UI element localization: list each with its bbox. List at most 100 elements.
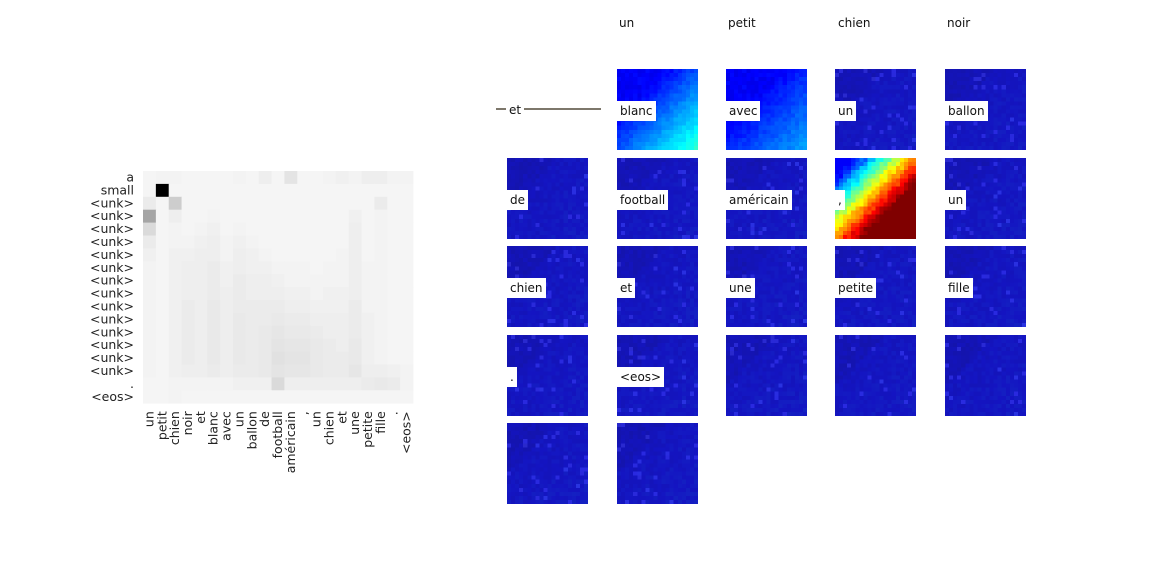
heatmap-cell xyxy=(207,300,221,314)
heatmap-cell xyxy=(387,364,401,378)
heatmap-cell xyxy=(155,248,170,262)
heatmap-cell xyxy=(207,351,221,365)
heatmap-cell xyxy=(400,312,414,327)
heatmap-cell xyxy=(323,338,337,352)
heatmap-cell xyxy=(220,248,234,262)
heatmap-cell xyxy=(323,312,337,327)
heatmap-cell xyxy=(233,261,247,275)
heatmap-cell xyxy=(374,338,388,352)
heatmap-cell xyxy=(168,390,182,404)
column-header: un xyxy=(619,16,635,30)
heatmap-cell xyxy=(297,325,311,340)
heatmap-cell xyxy=(348,338,362,352)
heatmap-cell xyxy=(348,274,362,288)
heatmap-cell xyxy=(323,261,337,275)
heatmap-cell xyxy=(400,338,414,352)
heatmap-cell xyxy=(335,274,350,288)
heatmap-cell xyxy=(310,390,324,404)
heatmap-cell xyxy=(323,248,337,262)
heatmap-cell xyxy=(374,209,388,223)
heatmap-cell xyxy=(168,338,182,352)
heatmap-cell xyxy=(143,312,157,327)
attention-tile: , xyxy=(835,158,916,239)
heatmap-cell xyxy=(323,300,337,314)
heatmap-cell xyxy=(194,209,208,223)
x-tick-label: <eos> xyxy=(399,411,414,454)
heatmap-cell xyxy=(207,196,221,211)
tile-token-label: petite xyxy=(835,278,877,298)
heatmap-cell xyxy=(335,377,350,391)
heatmap-cell xyxy=(348,377,362,391)
heatmap-cell xyxy=(220,287,234,301)
heatmap-cell xyxy=(348,364,362,378)
heatmap-cell xyxy=(297,248,311,262)
heatmap-cell xyxy=(233,364,247,378)
heatmap-cell xyxy=(284,235,298,249)
heatmap-cell xyxy=(387,261,401,275)
heatmap-cell xyxy=(374,364,388,378)
tile-token-label: . xyxy=(507,367,517,387)
heatmap-cell xyxy=(348,222,362,236)
heatmap-cell xyxy=(155,287,170,301)
tile-token-label: un xyxy=(835,101,857,121)
heatmap-cell xyxy=(207,274,221,288)
heatmap-cell xyxy=(387,390,401,404)
heatmap-cell xyxy=(284,364,298,378)
heatmap-cell xyxy=(143,390,157,404)
heatmap-cell xyxy=(323,364,337,378)
heatmap-cell xyxy=(400,300,414,314)
heatmap-cell xyxy=(168,287,182,301)
heatmap-cell xyxy=(284,248,298,262)
heatmap-cell xyxy=(297,338,311,352)
heatmap-cell xyxy=(207,261,221,275)
heatmap-cell xyxy=(361,196,375,211)
attention-tile: . xyxy=(507,335,588,416)
heatmap-cell xyxy=(233,351,247,365)
heatmap-cell xyxy=(258,287,272,301)
heatmap-cell xyxy=(168,171,182,185)
heatmap-cell xyxy=(335,171,350,185)
heatmap-cell xyxy=(361,235,375,249)
tile-token-label: blanc xyxy=(617,101,656,121)
heatmap-cell xyxy=(233,171,247,185)
heatmap-cell xyxy=(335,261,350,275)
heatmap-cell xyxy=(194,338,208,352)
heatmap-cell xyxy=(284,261,298,275)
heatmap-cell xyxy=(143,351,157,365)
heatmap-cell xyxy=(207,287,221,301)
heatmap-cell xyxy=(348,300,362,314)
heatmap-cell xyxy=(194,377,208,391)
heatmap-cell xyxy=(245,209,260,223)
heatmap-cell xyxy=(258,338,272,352)
heatmap-cell xyxy=(374,248,388,262)
attention-tile: petite xyxy=(835,246,916,327)
heatmap-cell xyxy=(323,171,337,185)
heatmap-cell xyxy=(181,325,195,340)
heatmap-cell xyxy=(335,312,350,327)
heatmap-cell xyxy=(271,364,285,378)
attention-tile xyxy=(617,423,698,504)
heatmap-cell xyxy=(245,261,260,275)
heatmap-cell xyxy=(271,338,285,352)
attention-tile: et xyxy=(617,246,698,327)
heatmap-cell xyxy=(207,222,221,236)
heatmap-cell xyxy=(387,209,401,223)
heatmap-cell xyxy=(310,338,324,352)
heatmap-cell xyxy=(143,171,157,185)
heatmap-cell xyxy=(310,196,324,211)
attention-tile: football xyxy=(617,158,698,239)
heatmap-cell xyxy=(220,364,234,378)
heatmap-cell xyxy=(194,325,208,340)
tile-token-label: de xyxy=(507,190,528,210)
heatmap-cell xyxy=(348,171,362,185)
heatmap-cell xyxy=(245,351,260,365)
heatmap-cell xyxy=(284,209,298,223)
heatmap-cell xyxy=(155,377,170,391)
heatmap-cell xyxy=(233,390,247,404)
heatmap-cell xyxy=(207,235,221,249)
heatmap-cell xyxy=(207,377,221,391)
heatmap-cell xyxy=(387,171,401,185)
heatmap-cell xyxy=(194,312,208,327)
heatmap-cell xyxy=(245,364,260,378)
heatmap-cell xyxy=(194,274,208,288)
